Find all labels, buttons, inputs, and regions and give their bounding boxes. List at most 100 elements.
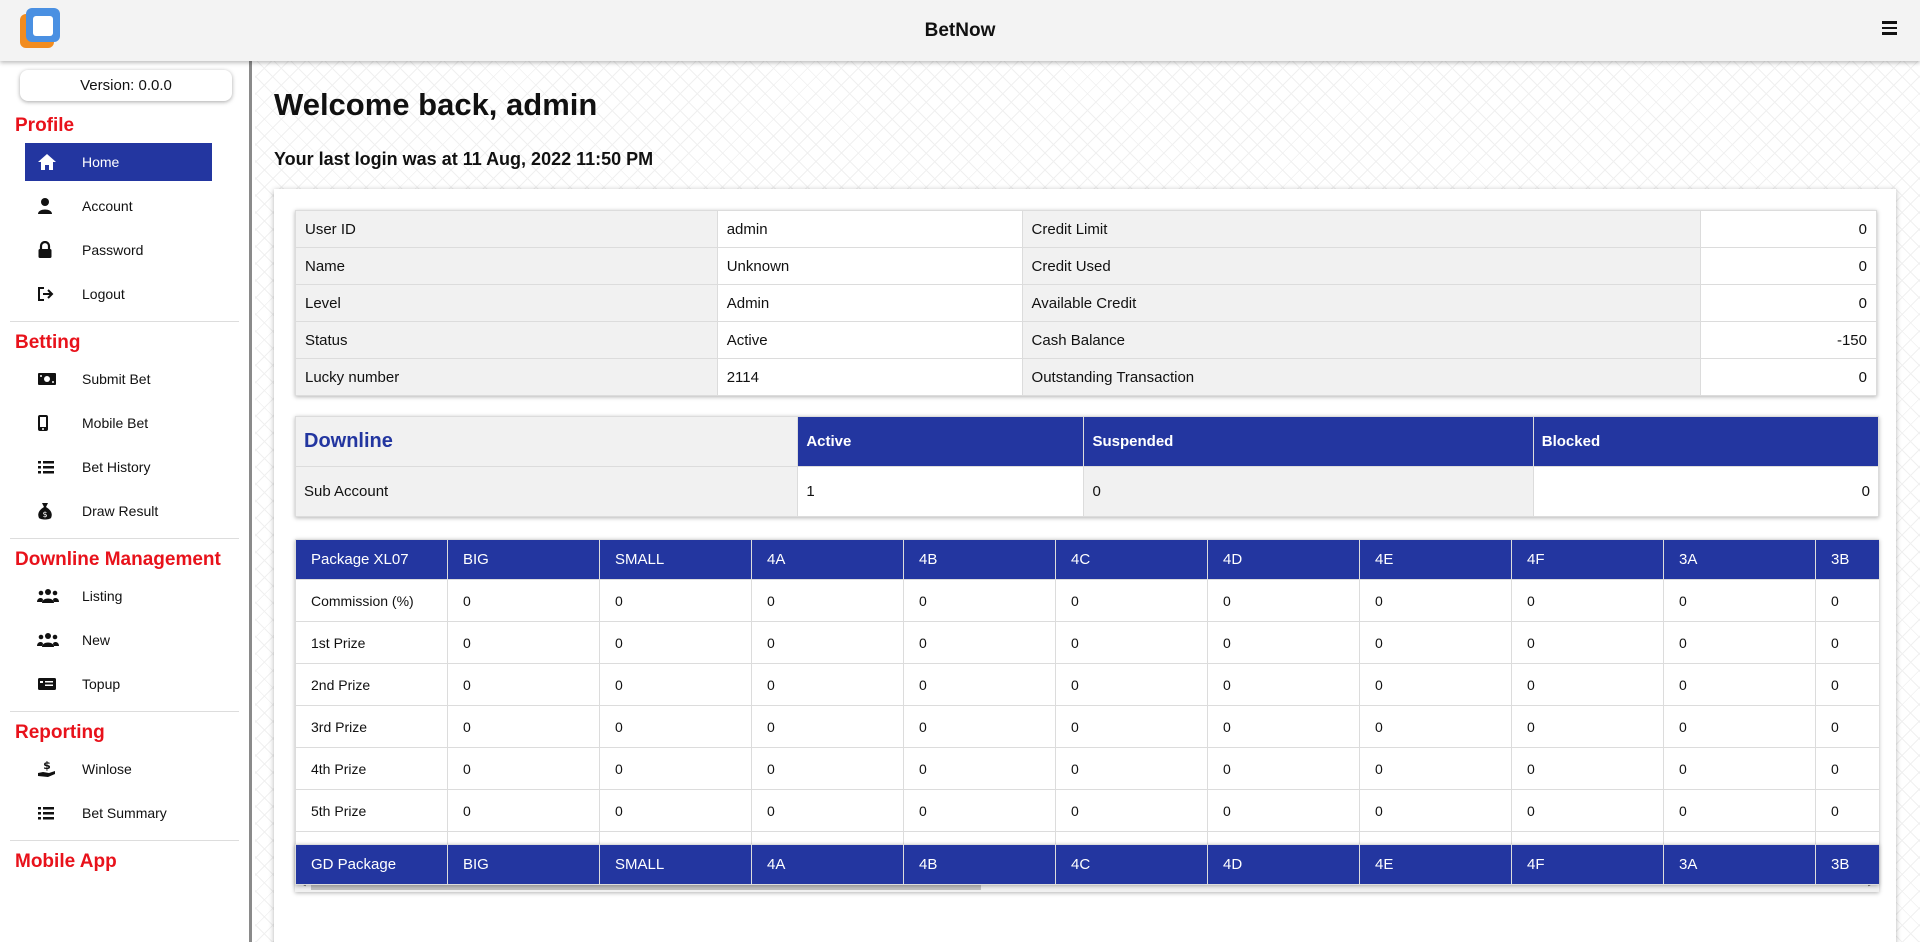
info-value: 0 xyxy=(1700,247,1877,285)
sidebar-item-logout[interactable]: Logout xyxy=(25,275,212,313)
sidebar-item-label: Bet Summary xyxy=(82,805,167,821)
downline-header: Active xyxy=(797,416,1085,467)
package-column-header: 3B xyxy=(1815,539,1879,580)
info-label: Credit Used xyxy=(1021,247,1702,285)
hamburger-menu-icon[interactable] xyxy=(1882,18,1902,40)
logout-icon xyxy=(37,286,67,302)
info-label: Available Credit xyxy=(1021,284,1702,322)
table-row: 3rd Prize 0 0 0 0 0 0 0 0 0 0 xyxy=(295,705,1879,748)
package-column-header: BIG xyxy=(447,844,600,885)
package-column-header: 4C xyxy=(1055,539,1208,580)
table-cell: 0 xyxy=(1055,663,1208,706)
table-cell: 0 xyxy=(1511,705,1664,748)
table-row: Commission (%) 0 0 0 0 0 0 0 0 0 0 xyxy=(295,579,1879,622)
sidebar-item-label: Topup xyxy=(82,676,121,692)
hand-dollar-icon: $ xyxy=(37,760,67,778)
table-cell: 0 xyxy=(599,705,752,748)
mobile-icon xyxy=(37,414,67,432)
table-cell: 0 xyxy=(751,705,904,748)
table-cell: 0 xyxy=(903,663,1056,706)
sidebar-item-account[interactable]: Account xyxy=(25,187,212,225)
package-table-wrapper[interactable]: GD Package BIG SMALL 4A 4B 4C 4D 4E 4F 3A 3B xyxy=(295,844,1879,885)
table-cell: 0 xyxy=(599,621,752,664)
table-cell: 0 xyxy=(447,579,600,622)
table-cell: 0 xyxy=(1663,789,1816,832)
sidebar-section-title: Mobile App xyxy=(15,851,117,872)
row-label: 1st Prize xyxy=(295,621,448,664)
info-value: 0 xyxy=(1700,358,1877,396)
package-column-header: 4D xyxy=(1207,844,1360,885)
info-label: Lucky number xyxy=(295,358,718,396)
table-cell: 0 xyxy=(1815,621,1879,664)
home-icon xyxy=(37,153,67,171)
sidebar-item-mobile-bet[interactable]: Mobile Bet xyxy=(25,404,212,442)
sidebar-item-listing[interactable]: Listing xyxy=(25,577,212,615)
table-cell: 0 xyxy=(1207,579,1360,622)
sidebar-item-submit-bet[interactable]: Submit Bet xyxy=(25,360,212,398)
table-row: 4th Prize 0 0 0 0 0 0 0 0 0 0 xyxy=(295,747,1879,790)
table-cell: 0 xyxy=(1359,747,1512,790)
info-label: Status xyxy=(295,321,718,359)
package-column-header: 4D xyxy=(1207,539,1360,580)
table-cell: 0 xyxy=(1511,663,1664,706)
sidebar-item-home[interactable]: Home xyxy=(25,143,212,181)
table-cell: 0 xyxy=(447,621,600,664)
info-value: Unknown xyxy=(716,247,1023,285)
sidebar-item-winlose[interactable]: $ Winlose xyxy=(25,750,212,788)
card-icon xyxy=(37,677,67,691)
table-cell: 0 xyxy=(903,789,1056,832)
list-icon xyxy=(37,459,67,475)
table-cell: 0 xyxy=(1511,579,1664,622)
row-label: 2nd Prize xyxy=(295,663,448,706)
package-column-header: 4B xyxy=(903,539,1056,580)
table-cell: 0 xyxy=(1055,579,1208,622)
sidebar-item-password[interactable]: Password xyxy=(25,231,212,269)
info-label: Credit Limit xyxy=(1021,210,1702,248)
table-cell: 0 xyxy=(1207,789,1360,832)
downline-header: Suspended xyxy=(1083,416,1534,467)
sidebar-section-title: Reporting xyxy=(15,722,105,743)
sidebar-item-topup[interactable]: Topup xyxy=(25,665,212,703)
sidebar-nav: Profile Home Account Password Logout Betting S… xyxy=(0,115,249,873)
table-cell: 0 xyxy=(1359,789,1512,832)
table-cell: 0 xyxy=(447,663,600,706)
package-column-header: 4A xyxy=(751,539,904,580)
main-content: Welcome back, admin Your last login was … xyxy=(255,61,1920,942)
package-column-header: 4F xyxy=(1511,539,1664,580)
package-table-wrapper[interactable]: Package XL07 BIG SMALL 4A 4B 4C 4D 4E 4F 3A 3B Comm… xyxy=(295,539,1879,892)
table-cell: 0 xyxy=(1207,663,1360,706)
table-row: 2nd Prize 0 0 0 0 0 0 0 0 0 0 xyxy=(295,663,1879,706)
table-cell: 0 xyxy=(1663,705,1816,748)
moneybag-icon: $ xyxy=(37,502,67,520)
downline-value: 0 xyxy=(1532,466,1880,517)
table-cell: 0 xyxy=(1055,789,1208,832)
sidebar-item-draw-result[interactable]: $ Draw Result xyxy=(25,492,212,530)
info-row: User ID admin Credit Limit 0 xyxy=(295,210,1877,248)
package-column-header: 4B xyxy=(903,844,1056,885)
package-column-header: 4F xyxy=(1511,844,1664,885)
sidebar-item-bet-summary[interactable]: Bet Summary xyxy=(25,794,212,832)
downline-value: 1 xyxy=(797,466,1085,517)
package-column-header: 4C xyxy=(1055,844,1208,885)
table-cell: 0 xyxy=(447,747,600,790)
money-icon xyxy=(37,372,67,386)
table-cell: 0 xyxy=(447,705,600,748)
package-header-row: GD Package BIG SMALL 4A 4B 4C 4D 4E 4F 3A 3B xyxy=(295,844,1879,885)
table-row: 5th Prize 0 0 0 0 0 0 0 0 0 0 xyxy=(295,789,1879,832)
package-column-header: 3A xyxy=(1663,844,1816,885)
table-cell: 0 xyxy=(1359,705,1512,748)
sidebar-item-new[interactable]: New xyxy=(25,621,212,659)
table-cell: 0 xyxy=(447,789,600,832)
table-cell: 0 xyxy=(903,621,1056,664)
info-row: Level Admin Available Credit 0 xyxy=(295,284,1877,322)
sidebar-item-bet-history[interactable]: Bet History xyxy=(25,448,212,486)
svg-text:$: $ xyxy=(42,510,47,519)
row-label: 4th Prize xyxy=(295,747,448,790)
sidebar-item-label: Logout xyxy=(82,286,125,302)
downline-header-row: Downline Active Suspended Blocked xyxy=(294,416,1880,467)
user-icon xyxy=(37,197,67,215)
table-cell: 0 xyxy=(1359,621,1512,664)
table-cell: 0 xyxy=(751,579,904,622)
sidebar-item-label: Account xyxy=(82,198,133,214)
downline-row-label: Sub Account xyxy=(294,466,799,517)
